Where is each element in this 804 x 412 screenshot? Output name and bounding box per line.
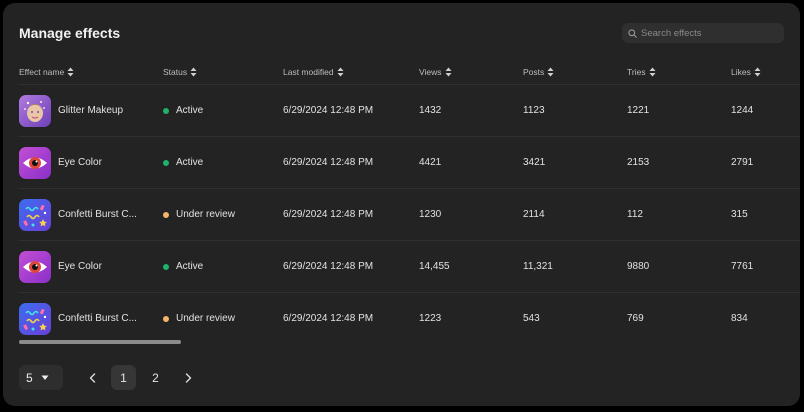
- status-text: Active: [176, 105, 204, 116]
- effect-name-cell: Glitter Makeup: [19, 94, 163, 127]
- rows-per-page-value: 5: [26, 370, 33, 385]
- status-text: Active: [176, 157, 204, 168]
- sort-icon: [337, 67, 344, 76]
- effect-name-cell: Eye Color: [19, 146, 163, 179]
- status-dot: [163, 107, 169, 114]
- posts-cell: 11,321: [523, 261, 553, 272]
- views-cell: 1230: [419, 209, 442, 220]
- views-cell: 14,455: [419, 261, 450, 272]
- status-cell: Active: [163, 105, 283, 116]
- column-label: Likes: [731, 66, 751, 77]
- sort-icon: [445, 67, 452, 76]
- sort-icon: [649, 67, 656, 76]
- status-text: Active: [176, 261, 204, 272]
- effects-table: Effect name Status Last modified Views P…: [19, 59, 800, 344]
- eye-color-icon: [19, 146, 51, 179]
- search-icon: [628, 28, 637, 38]
- views-cell: 4421: [419, 157, 442, 168]
- views-cell: 1432: [419, 105, 442, 116]
- page-2-button[interactable]: 2: [143, 365, 168, 390]
- table-row[interactable]: Glitter Makeup Active 6/29/2024 12:48 PM…: [19, 85, 800, 137]
- previous-page-button[interactable]: [80, 365, 105, 390]
- eye-color-icon: [19, 250, 51, 283]
- confetti-burst-icon: [19, 198, 51, 231]
- table-row[interactable]: Eye Color Active 6/29/2024 12:48 PM 14,4…: [19, 241, 800, 293]
- last-modified-cell: 6/29/2024 12:48 PM: [283, 157, 374, 168]
- rows-per-page-select[interactable]: 5: [19, 365, 63, 390]
- search-box[interactable]: [622, 23, 784, 43]
- effect-name: Eye Color: [58, 157, 102, 168]
- column-label: Last modified: [283, 66, 334, 77]
- table-row[interactable]: Confetti Burst C... Under review 6/29/20…: [19, 293, 800, 344]
- tries-cell: 2153: [627, 157, 650, 168]
- likes-cell: 315: [731, 209, 748, 220]
- column-header-views[interactable]: Views: [419, 67, 523, 77]
- effect-name: Glitter Makeup: [58, 105, 124, 116]
- status-dot: [163, 159, 169, 166]
- status-text: Under review: [176, 313, 235, 324]
- status-cell: Under review: [163, 209, 283, 220]
- chevron-right-icon: [185, 372, 192, 383]
- column-header-likes[interactable]: Likes: [731, 67, 800, 77]
- likes-cell: 2791: [731, 157, 754, 168]
- table-row[interactable]: Eye Color Active 6/29/2024 12:48 PM 4421…: [19, 137, 800, 189]
- likes-cell: 7761: [731, 261, 754, 272]
- search-input[interactable]: [637, 27, 781, 39]
- effect-name-cell: Confetti Burst C...: [19, 302, 163, 335]
- status-cell: Active: [163, 261, 283, 272]
- column-header-effect-name[interactable]: Effect name: [19, 67, 163, 77]
- table-row[interactable]: Confetti Burst C... Under review 6/29/20…: [19, 189, 800, 241]
- column-header-tries[interactable]: Tries: [627, 67, 731, 77]
- status-cell: Under review: [163, 313, 283, 324]
- column-header-status[interactable]: Status: [163, 67, 283, 77]
- page-title: Manage effects: [19, 25, 121, 41]
- likes-cell: 1244: [731, 105, 754, 116]
- column-label: Tries: [627, 66, 646, 77]
- status-cell: Active: [163, 157, 283, 168]
- column-label: Posts: [523, 66, 545, 77]
- sort-icon: [754, 67, 761, 76]
- manage-effects-panel: Manage effects Effect name Status Last m…: [3, 3, 800, 406]
- sort-icon: [67, 67, 74, 76]
- posts-cell: 3421: [523, 157, 546, 168]
- sort-icon: [190, 67, 197, 76]
- column-header-last-modified[interactable]: Last modified: [283, 67, 419, 77]
- next-page-button[interactable]: [176, 365, 201, 390]
- horizontal-scrollbar[interactable]: [19, 340, 181, 344]
- last-modified-cell: 6/29/2024 12:48 PM: [283, 313, 374, 324]
- status-dot: [163, 211, 169, 218]
- effect-name: Confetti Burst C...: [58, 313, 137, 324]
- effect-name-cell: Confetti Burst C...: [19, 198, 163, 231]
- column-label: Views: [419, 66, 442, 77]
- effect-name: Confetti Burst C...: [58, 209, 137, 220]
- tries-cell: 112: [627, 209, 643, 220]
- effect-name-cell: Eye Color: [19, 250, 163, 283]
- column-header-posts[interactable]: Posts: [523, 67, 627, 77]
- status-dot: [163, 263, 169, 270]
- effect-name: Eye Color: [58, 261, 102, 272]
- caret-down-icon: [41, 375, 49, 380]
- column-label: Status: [163, 66, 188, 77]
- sort-icon: [547, 67, 554, 76]
- status-dot: [163, 315, 169, 322]
- posts-cell: 543: [523, 313, 540, 324]
- tries-cell: 769: [627, 313, 644, 324]
- tries-cell: 9880: [627, 261, 650, 272]
- last-modified-cell: 6/29/2024 12:48 PM: [283, 209, 374, 220]
- posts-cell: 1123: [523, 105, 545, 116]
- column-label: Effect name: [19, 66, 65, 77]
- last-modified-cell: 6/29/2024 12:48 PM: [283, 105, 374, 116]
- glitter-makeup-icon: [19, 94, 51, 127]
- last-modified-cell: 6/29/2024 12:48 PM: [283, 261, 374, 272]
- likes-cell: 834: [731, 313, 748, 324]
- status-text: Under review: [176, 209, 235, 220]
- table-header: Effect name Status Last modified Views P…: [19, 59, 800, 85]
- chevron-left-icon: [89, 372, 96, 383]
- page-1-button[interactable]: 1: [111, 365, 136, 390]
- posts-cell: 2114: [523, 209, 545, 220]
- confetti-burst-icon: [19, 302, 51, 335]
- views-cell: 1223: [419, 313, 442, 324]
- tries-cell: 1221: [627, 105, 650, 116]
